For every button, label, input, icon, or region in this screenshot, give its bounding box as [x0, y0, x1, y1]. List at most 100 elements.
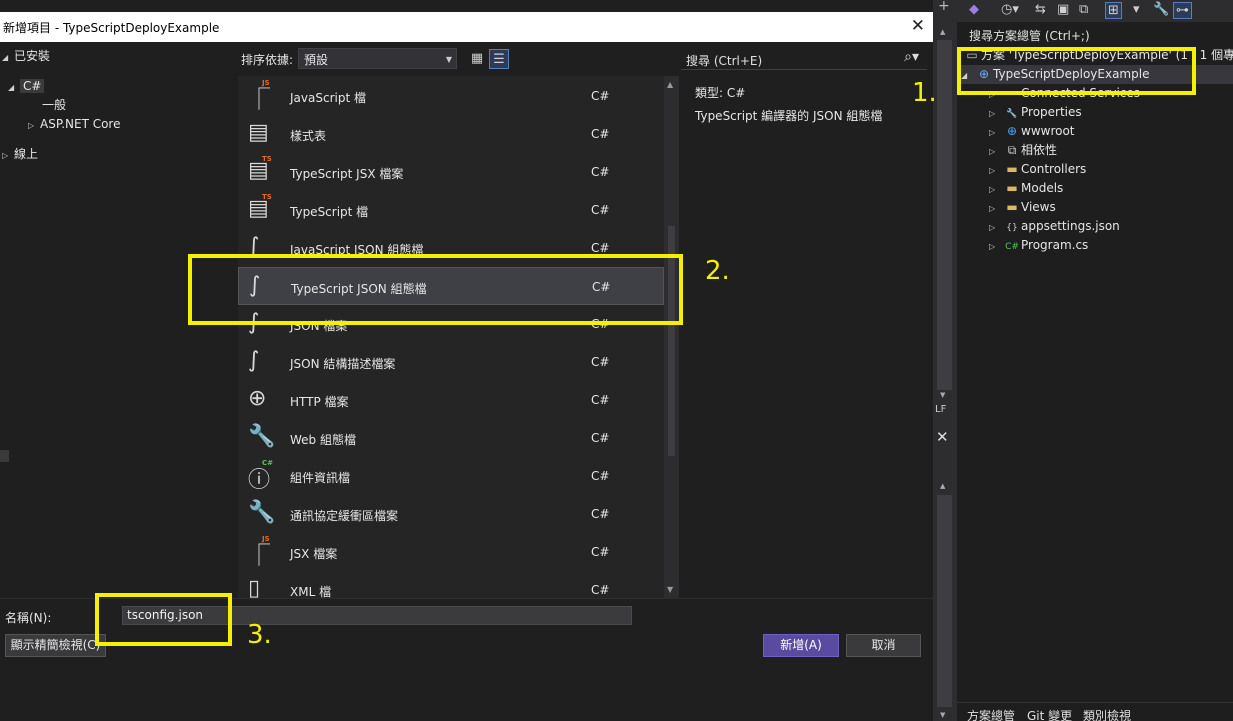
jsx-file-icon: ⎾ JS: [248, 535, 271, 569]
list-view-icon[interactable]: ☰: [489, 49, 509, 69]
vs-icon[interactable]: ◆: [969, 2, 979, 17]
template-item[interactable]: ▤ TS TypeScript 檔 C#: [238, 191, 664, 229]
solution-tree-node[interactable]: ▷ ⊕ wwwroot: [989, 122, 1075, 141]
chevron-right-icon[interactable]: ▷: [989, 237, 1003, 256]
template-description: 類型: C# TypeScript 編譯器的 JSON 組態檔: [695, 82, 925, 128]
name-label: 名稱(N):: [5, 611, 52, 625]
tab-solution-explorer[interactable]: 方案總管: [967, 707, 1015, 721]
solution-node-label: appsettings.json: [1021, 219, 1120, 233]
compact-view-button[interactable]: 顯示精簡檢視(C): [5, 634, 106, 657]
dropdown-arrow-icon[interactable]: ▾: [1133, 2, 1140, 17]
search-icon[interactable]: ⌕▾: [904, 49, 919, 65]
search-input[interactable]: 搜尋方案總管 (Ctrl+;): [969, 27, 1090, 44]
template-item-name: 通訊協定緩衝區檔案: [290, 509, 399, 523]
chevron-right-icon[interactable]: ▷: [989, 199, 1003, 218]
cancel-button[interactable]: 取消: [846, 634, 921, 657]
template-item-language: C#: [591, 469, 610, 483]
annotation-3: 3.: [247, 620, 272, 650]
output-scrollbar-thumb[interactable]: [937, 495, 952, 707]
template-item[interactable]: ▯ XML 檔 C#: [238, 571, 664, 598]
solution-node-label: Models: [1021, 181, 1064, 195]
add-button[interactable]: 新增(A): [763, 634, 839, 657]
template-item[interactable]: ⓘ C# 組件資訊檔 C#: [238, 457, 664, 495]
scroll-down-icon[interactable]: ▼: [940, 711, 945, 719]
dialog-titlebar: 新增項目 - TypeScriptDeployExample ✕: [0, 12, 933, 42]
tab-class-view[interactable]: 類別檢視: [1083, 707, 1131, 721]
chevron-right-icon[interactable]: ▷: [989, 123, 1003, 142]
template-item[interactable]: 🔧 Web 組態檔 C#: [238, 419, 664, 457]
template-item[interactable]: ⎾ JS JavaScript 檔 C#: [238, 77, 664, 115]
chevron-right-icon[interactable]: ▷: [989, 218, 1003, 237]
sort-select[interactable]: 預設 ▼: [298, 48, 457, 69]
template-item-name: JavaScript 檔: [290, 91, 366, 105]
scroll-up-icon[interactable]: ▲: [940, 482, 945, 490]
tree-general[interactable]: 一般: [42, 96, 66, 114]
highlight-box-1: [957, 47, 1196, 95]
search-input[interactable]: 搜尋 (Ctrl+E): [686, 52, 762, 69]
show-all-files-icon[interactable]: ⊞: [1105, 2, 1122, 19]
solution-tree-node[interactable]: ▷ 🔧 Properties: [989, 103, 1082, 122]
javascript-file-icon: ⎾ JS: [248, 79, 271, 113]
list-scrollbar[interactable]: ▲ ▼: [664, 76, 679, 598]
scroll-down-icon[interactable]: ▼: [940, 391, 945, 399]
template-item[interactable]: ⎾ JS JSX 檔案 C#: [238, 533, 664, 571]
close-icon[interactable]: ✕: [911, 16, 925, 36]
template-item-name: 樣式表: [290, 129, 327, 143]
scroll-up-icon[interactable]: ▲: [940, 28, 945, 36]
history-icon[interactable]: ◷▾: [1001, 2, 1019, 17]
template-item-name: XML 檔: [290, 585, 332, 598]
template-list: ▲ ▼ ⎾ JS JavaScript 檔 C# ▤ 樣式表 C# ▤ TS TypeScript…: [238, 76, 679, 598]
template-item-name: Web 組態檔: [290, 433, 356, 447]
stylesheet-icon: ▤: [248, 120, 269, 145]
solution-tree-node[interactable]: ▷ ▬ Controllers: [989, 160, 1086, 179]
copy-icon[interactable]: ⧉: [1079, 2, 1088, 17]
solution-node-label: wwwroot: [1021, 124, 1075, 138]
template-type: 類型: C#: [695, 86, 746, 100]
template-item[interactable]: ∫ JSON 結構描述檔案 C#: [238, 343, 664, 381]
template-item-language: C#: [591, 545, 610, 559]
template-item[interactable]: ▤ 樣式表 C#: [238, 115, 664, 153]
template-item[interactable]: ▤ TS TypeScript JSX 檔案 C#: [238, 153, 664, 191]
solution-search[interactable]: 搜尋方案總管 (Ctrl+;): [957, 24, 1233, 46]
template-item-language: C#: [591, 89, 610, 103]
tree-online[interactable]: ▷ 線上: [2, 145, 38, 163]
close-icon[interactable]: ✕: [936, 428, 949, 446]
template-item-language: C#: [591, 203, 610, 217]
http-file-icon: ⊕: [248, 386, 267, 411]
dependencies-icon: ⧉: [1007, 143, 1017, 157]
wrench-icon[interactable]: 🔧: [1153, 2, 1169, 17]
tree-csharp[interactable]: ◢ C#: [8, 77, 45, 95]
highlight-box-3: [95, 593, 232, 646]
highlight-box-2: [188, 254, 683, 325]
editor-scrollbar-thumb[interactable]: [937, 40, 952, 390]
solution-tree-node[interactable]: ▷ ⧉ 相依性: [989, 141, 1057, 160]
tree-installed[interactable]: ◢ 已安裝: [2, 47, 50, 65]
template-search[interactable]: 搜尋 (Ctrl+E) ⌕▾: [681, 48, 927, 70]
chevron-right-icon[interactable]: ▷: [989, 180, 1003, 199]
template-item[interactable]: 🔧 通訊協定緩衝區檔案 C#: [238, 495, 664, 533]
scroll-down-icon[interactable]: ▼: [667, 585, 673, 594]
preview-icon[interactable]: ⊶: [1173, 2, 1192, 19]
solution-tree-node[interactable]: ▷{} appsettings.json: [989, 217, 1120, 236]
editor-side-strip: + ▲ ▼ LF ✕ ▲ ▼: [933, 0, 957, 721]
solution-explorer-toolbar: ◆ ◷▾ ⇆ ▣ ⧉ ⊞ ▾ 🔧 ⊶: [957, 0, 1233, 22]
collapse-icon[interactable]: ▣: [1057, 2, 1069, 17]
solution-tree-node[interactable]: ▷ C# Program.cs: [989, 236, 1088, 255]
scroll-up-icon[interactable]: ▲: [667, 80, 673, 89]
template-item[interactable]: ⊕ HTTP 檔案 C#: [238, 381, 664, 419]
annotation-1: 1.: [912, 78, 937, 108]
plus-icon[interactable]: +: [938, 0, 950, 14]
typescript-file-icon: ▤ TS: [248, 193, 272, 221]
sync-icon[interactable]: ⇆: [1035, 2, 1046, 17]
tab-git-changes[interactable]: Git 變更: [1027, 707, 1072, 721]
template-item-language: C#: [591, 431, 610, 445]
json-schema-icon: ∫: [248, 348, 260, 373]
chevron-right-icon[interactable]: ▷: [989, 161, 1003, 180]
solution-tree-node[interactable]: ▷ ▬ Models: [989, 179, 1063, 198]
annotation-2: 2.: [705, 256, 730, 286]
chevron-right-icon[interactable]: ▷: [989, 104, 1003, 123]
chevron-right-icon[interactable]: ▷: [989, 142, 1003, 161]
tree-aspnet-core[interactable]: ▷ ASP.NET Core: [28, 115, 120, 133]
grid-view-icon[interactable]: ▦: [467, 49, 487, 69]
solution-tree-node[interactable]: ▷ ▬ Views: [989, 198, 1056, 217]
